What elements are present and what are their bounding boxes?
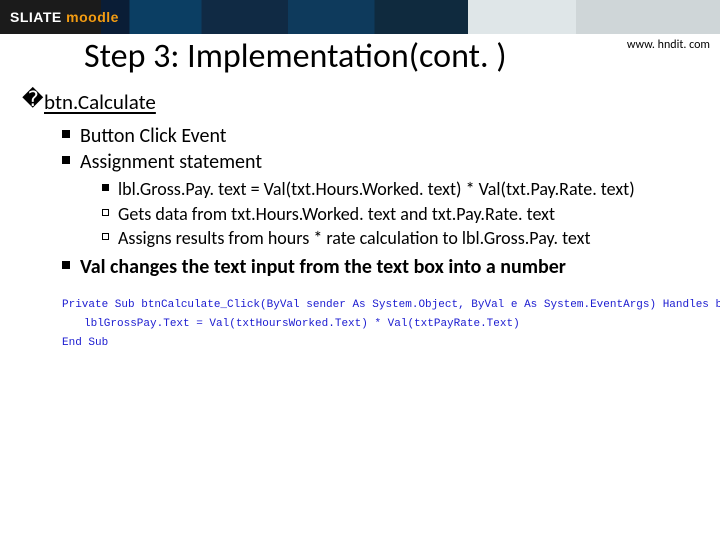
sub-bullet-item: Assigns results from hours * rate calcul…	[102, 226, 698, 250]
bullet-item: Val changes the text input from the text…	[62, 254, 698, 280]
sub-bullet-item: Gets data from txt.Hours.Worked. text an…	[102, 202, 698, 226]
brand-logo: SLIATE moodle	[10, 9, 119, 25]
bullet-text: changes the text input from the text box…	[106, 255, 566, 279]
slide-title: Step 3: Implementation(cont. )	[0, 34, 720, 75]
header-banner: SLIATE moodle	[0, 0, 720, 34]
sub-bullet-text: Gets data from txt.Hours.Worked. text an…	[118, 203, 555, 225]
slide-body: btn.Calculate Button Click Event Assignm…	[0, 75, 720, 356]
code-line: Private Sub btnCalculate_Click(ByVal sen…	[62, 296, 686, 315]
brand-part2: moodle	[66, 9, 119, 25]
site-url: www. hndit. com	[627, 38, 710, 52]
sub-bullet-list: lbl.Gross.Pay. text = Val(txt.Hours.Work…	[102, 177, 698, 250]
code-line: lblGrossPay.Text = Val(txtHoursWorked.Te…	[62, 315, 686, 334]
bullet-emphasis: Val	[80, 255, 106, 279]
sub-bullet-item: lbl.Gross.Pay. text = Val(txt.Hours.Work…	[102, 177, 698, 201]
section-heading: btn.Calculate	[22, 89, 698, 115]
bullet-text: Assignment statement	[80, 150, 262, 174]
bullet-item: Button Click Event	[62, 123, 698, 149]
sub-bullet-text: lbl.Gross.Pay. text = Val(txt.Hours.Work…	[118, 178, 635, 200]
bullet-list: Button Click Event Assignment statement …	[62, 123, 698, 280]
sub-bullet-text: Assigns results from hours * rate calcul…	[118, 227, 590, 249]
code-line: End Sub	[62, 334, 686, 353]
bullet-text: Button Click Event	[80, 124, 226, 148]
brand-part1: SLIATE	[10, 9, 62, 25]
bullet-item: Assignment statement lbl.Gross.Pay. text…	[62, 149, 698, 250]
code-snippet: Private Sub btnCalculate_Click(ByVal sen…	[54, 290, 694, 356]
